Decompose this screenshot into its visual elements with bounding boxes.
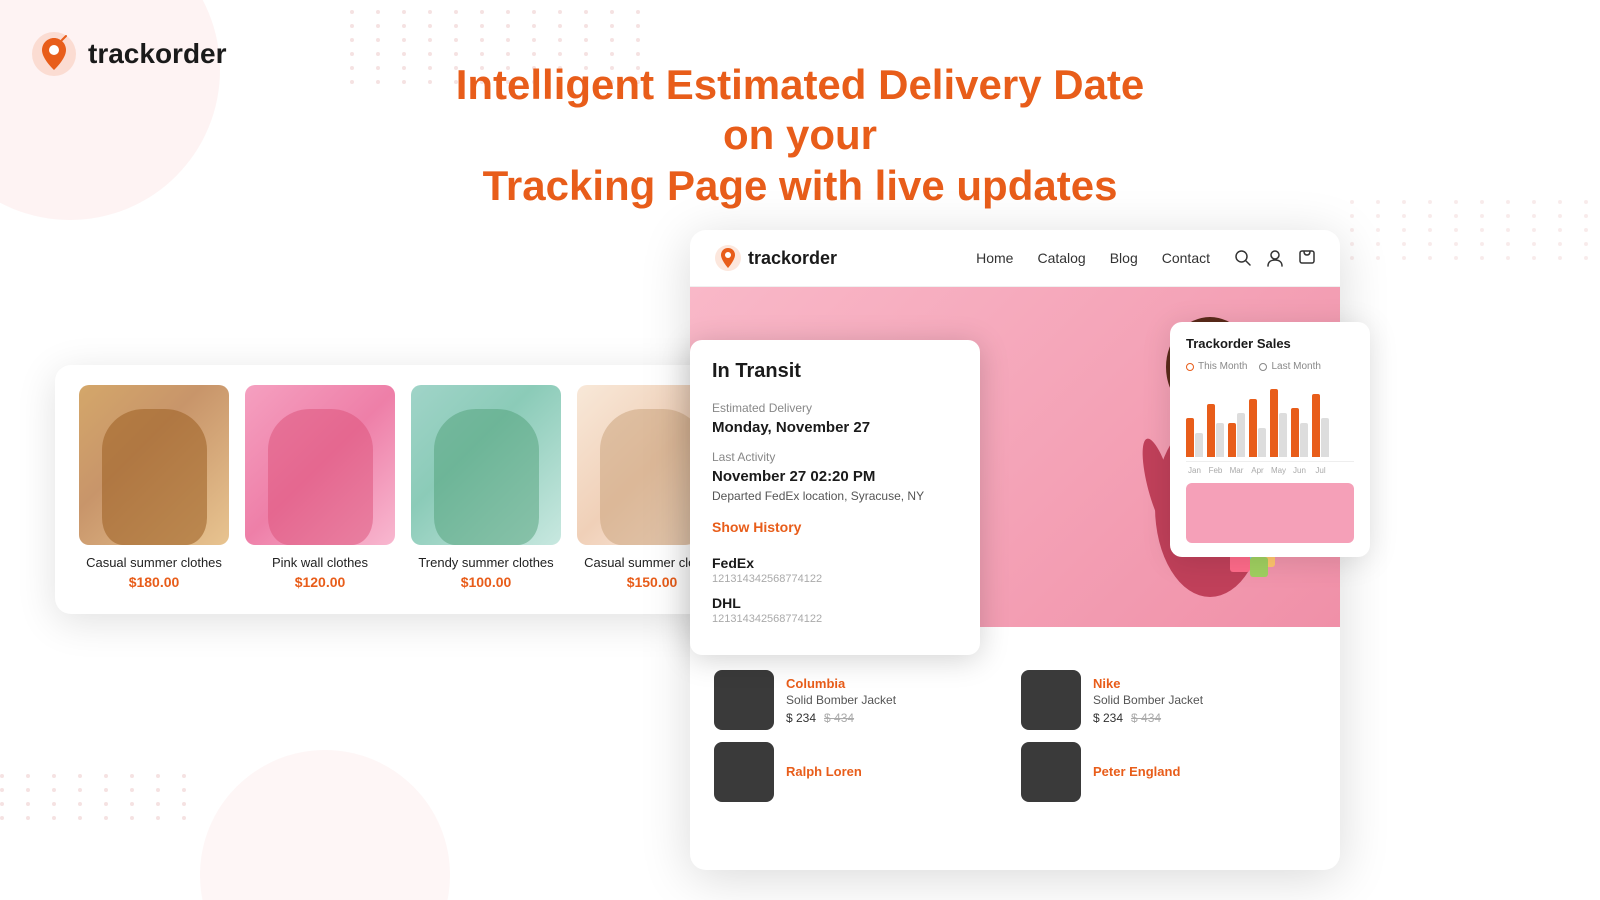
legend-dot-this: [1186, 363, 1194, 371]
rec-brand-4: Peter England: [1093, 764, 1180, 779]
rec-info-4: Peter England: [1093, 764, 1180, 781]
sales-legend: This Month Last Month: [1186, 361, 1354, 372]
store-nav-icons: [1234, 249, 1316, 267]
rec-item-3[interactable]: Ralph Loren: [714, 742, 1009, 802]
sales-panel: Trackorder Sales This Month Last Month J…: [1170, 322, 1370, 557]
product-price-2: $120.00: [295, 574, 346, 590]
rec-prices-2: $ 234 $ 434: [1093, 711, 1203, 725]
nav-contact[interactable]: Contact: [1162, 250, 1210, 266]
product-image-1: [79, 385, 229, 545]
product-panel: Casual summer clothes $180.00 Pink wall …: [55, 365, 735, 614]
activity-date: November 27 02:20 PM: [712, 468, 958, 485]
rec-image-3: [714, 742, 774, 802]
rec-info-3: Ralph Loren: [786, 764, 862, 781]
product-price-1: $180.00: [129, 574, 180, 590]
rec-price-2: $ 234: [1093, 711, 1123, 725]
cart-icon[interactable]: [1298, 249, 1316, 267]
nav-blog[interactable]: Blog: [1110, 250, 1138, 266]
rec-old-price-2: $ 434: [1131, 711, 1161, 725]
rec-info-1: Columbia Solid Bomber Jacket $ 234 $ 434: [786, 676, 896, 725]
search-icon[interactable]: [1234, 249, 1252, 267]
rec-old-price-1: $ 434: [824, 711, 854, 725]
product-card-2[interactable]: Pink wall clothes $120.00: [245, 385, 395, 590]
user-icon[interactable]: [1266, 249, 1284, 267]
sales-title: Trackorder Sales: [1186, 336, 1354, 351]
store-logo-icon: [714, 244, 742, 272]
rec-info-2: Nike Solid Bomber Jacket $ 234 $ 434: [1093, 676, 1203, 725]
product-price-4: $150.00: [627, 574, 678, 590]
store-logo-text: trackorder: [748, 248, 837, 269]
carrier-dhl-name: DHL: [712, 595, 958, 611]
product-image-3: [411, 385, 561, 545]
legend-dot-last: [1259, 363, 1267, 371]
hero-section: Intelligent Estimated Delivery Date on y…: [450, 60, 1150, 211]
chart-pink-block: [1186, 483, 1354, 543]
logo-icon: [30, 30, 78, 78]
product-name-2: Pink wall clothes: [272, 555, 368, 570]
carrier-dhl: DHL 121314342568774122: [712, 595, 958, 625]
nav-home[interactable]: Home: [976, 250, 1013, 266]
hero-title: Intelligent Estimated Delivery Date on y…: [450, 60, 1150, 211]
legend-this-month: This Month: [1186, 361, 1247, 372]
nav-catalog[interactable]: Catalog: [1037, 250, 1085, 266]
store-nav: trackorder Home Catalog Blog Contact: [690, 230, 1340, 287]
product-image-2: [245, 385, 395, 545]
rec-name-1: Solid Bomber Jacket: [786, 693, 896, 707]
store-nav-links: Home Catalog Blog Contact: [976, 250, 1210, 266]
store-logo: trackorder: [714, 244, 837, 272]
logo-text: trackorder: [88, 38, 227, 70]
rec-price-1: $ 234: [786, 711, 816, 725]
rec-brand-2: Nike: [1093, 676, 1203, 691]
chart-labels: JanFebMarAprMayJunJul: [1186, 466, 1354, 475]
transit-panel: In Transit Estimated Delivery Monday, No…: [690, 340, 980, 655]
rec-image-1: [714, 670, 774, 730]
estimated-value: Monday, November 27: [712, 419, 958, 436]
rec-image-4: [1021, 742, 1081, 802]
product-price-3: $100.00: [461, 574, 512, 590]
header: trackorder: [30, 30, 227, 78]
rec-prices-1: $ 234 $ 434: [786, 711, 896, 725]
activity-detail: Departed FedEx location, Syracuse, NY: [712, 489, 958, 503]
product-name-3: Trendy summer clothes: [418, 555, 553, 570]
rec-item-4[interactable]: Peter England: [1021, 742, 1316, 802]
carrier-fedex-name: FedEx: [712, 555, 958, 571]
recommended-grid: Columbia Solid Bomber Jacket $ 234 $ 434…: [714, 670, 1316, 730]
rec-image-2: [1021, 670, 1081, 730]
product-card-3[interactable]: Trendy summer clothes $100.00: [411, 385, 561, 590]
sales-chart-area: [1186, 382, 1354, 462]
carrier-dhl-tracking: 121314342568774122: [712, 613, 958, 625]
estimated-label: Estimated Delivery: [712, 401, 958, 415]
carrier-fedex-tracking: 121314342568774122: [712, 573, 958, 585]
product-name-1: Casual summer clothes: [86, 555, 222, 570]
product-card-1[interactable]: Casual summer clothes $180.00: [79, 385, 229, 590]
show-history-link[interactable]: Show History: [712, 519, 801, 535]
recommended-bottom-row: Ralph Loren Peter England: [690, 730, 1340, 814]
rec-name-2: Solid Bomber Jacket: [1093, 693, 1203, 707]
activity-label: Last Activity: [712, 450, 958, 464]
rec-brand-1: Columbia: [786, 676, 896, 691]
carrier-fedex: FedEx 121314342568774122: [712, 555, 958, 585]
rec-item-2[interactable]: Nike Solid Bomber Jacket $ 234 $ 434: [1021, 670, 1316, 730]
rec-item-1[interactable]: Columbia Solid Bomber Jacket $ 234 $ 434: [714, 670, 1009, 730]
transit-title: In Transit: [712, 360, 958, 383]
legend-last-month: Last Month: [1259, 361, 1320, 372]
rec-brand-3: Ralph Loren: [786, 764, 862, 779]
